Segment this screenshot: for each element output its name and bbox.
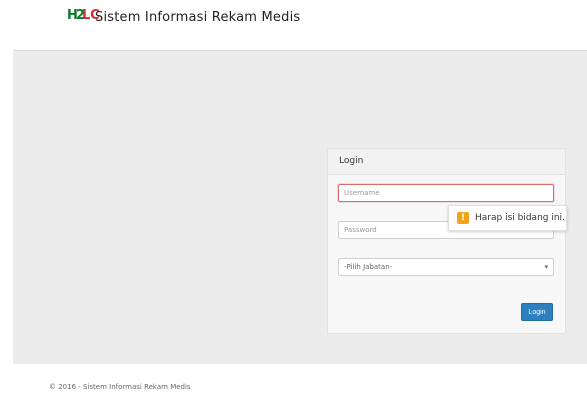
logo-mark: H 2 LC bbox=[67, 8, 100, 28]
login-title: Login bbox=[339, 156, 364, 166]
top-header: H 2 LC Sistem Informasi Rekam Medis bbox=[0, 0, 587, 50]
footer-text: © 2016 - Sistem Informasi Rekam Medis bbox=[49, 383, 191, 391]
jabatan-selected-value: -Pilih Jabatan- bbox=[344, 263, 393, 271]
username-input[interactable]: Username bbox=[338, 184, 554, 202]
username-placeholder: Username bbox=[344, 189, 380, 197]
app-logo: H 2 LC bbox=[67, 8, 100, 28]
tooltip-text: Harap isi bidang ini. bbox=[475, 213, 565, 223]
jabatan-select[interactable]: -Pilih Jabatan- ▾ bbox=[338, 258, 554, 276]
login-button[interactable]: Login bbox=[521, 303, 553, 321]
password-placeholder: Password bbox=[344, 226, 377, 234]
chevron-down-icon: ▾ bbox=[544, 263, 548, 271]
app-title: Sistem Informasi Rekam Medis bbox=[95, 10, 301, 25]
login-panel-header: Login bbox=[328, 149, 565, 175]
warning-icon: ! bbox=[457, 212, 469, 224]
login-panel: Login Username Password -Pilih Jabatan- … bbox=[327, 148, 566, 334]
validation-tooltip: ! Harap isi bidang ini. bbox=[448, 205, 567, 231]
